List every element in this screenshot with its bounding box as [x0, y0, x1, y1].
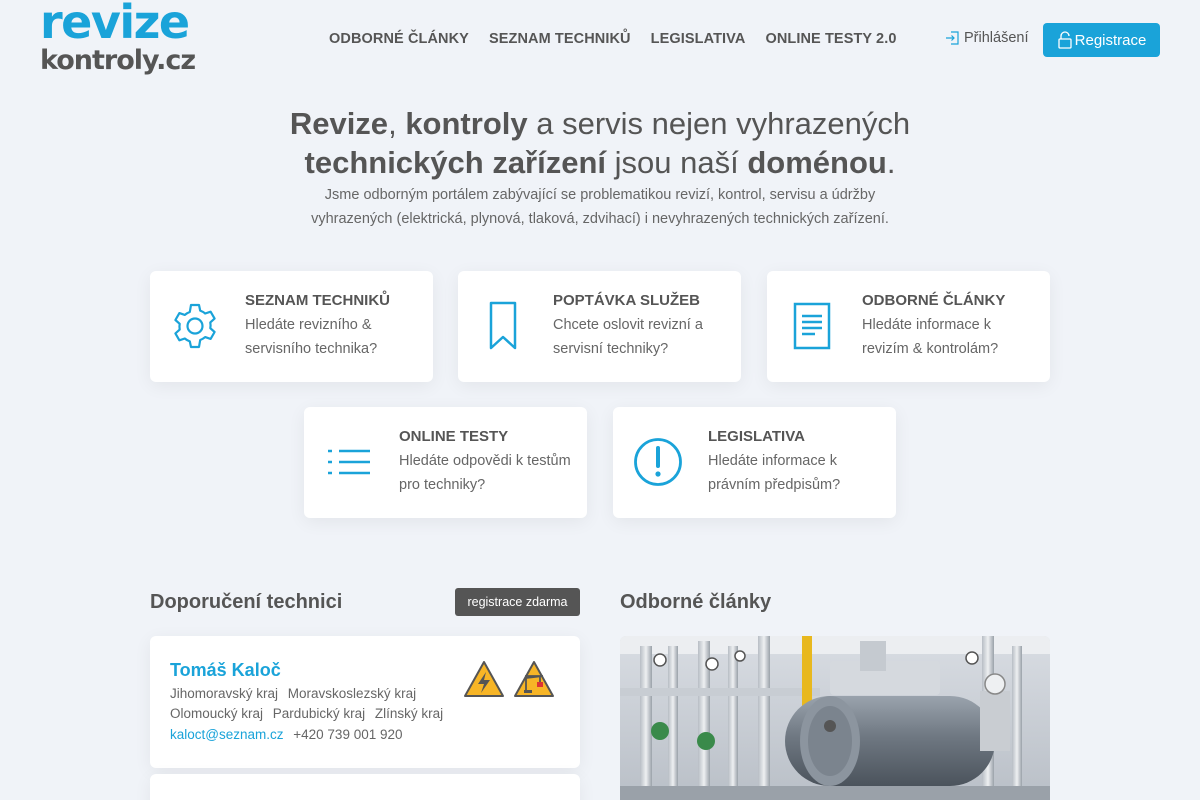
- card-poptavka-sluzeb[interactable]: POPTÁVKA SLUŽEB Chcete oslovit revizní a…: [458, 271, 741, 382]
- hero-bold-kontroly: kontroly: [405, 106, 528, 141]
- card-desc: Hledáte revizního & servisního technika?: [245, 317, 378, 357]
- technician-phone: +420 739 001 920: [293, 727, 403, 742]
- articles-title: Odborné články: [620, 591, 772, 613]
- login-icon: [946, 31, 959, 45]
- lock-icon: [1057, 31, 1072, 49]
- exclamation-icon: [634, 438, 682, 486]
- card-title: LEGISLATIVA: [708, 428, 805, 445]
- bookmark-icon: [489, 301, 517, 350]
- card-desc: Chcete oslovit revizní a servisní techni…: [553, 317, 703, 357]
- card-title: ODBORNÉ ČLÁNKY: [862, 292, 1006, 309]
- login-label: Přihlášení: [964, 30, 1029, 46]
- card-online-testy[interactable]: ONLINE TESTY Hledáte odpovědi k testům p…: [304, 407, 587, 518]
- hero-subtitle-line2: vyhrazených (elektrická, plynová, tlakov…: [311, 211, 889, 227]
- region-tag: Jihomoravský kraj: [170, 686, 279, 701]
- hero-bold-domenou: doménou: [747, 145, 887, 180]
- gear-icon: [174, 303, 216, 349]
- card-desc: Hledáte informace k revizím & kontrolám?: [862, 317, 999, 357]
- logo-line2: kontroly.cz: [40, 45, 196, 76]
- card-legislativa[interactable]: LEGISLATIVA Hledáte informace k právním …: [613, 407, 896, 518]
- hero-bold-revize: Revize: [289, 106, 389, 141]
- card-title: POPTÁVKA SLUŽEB: [553, 292, 700, 309]
- region-tag: Moravskoslezský kraj: [287, 686, 417, 701]
- technician-email[interactable]: kaloct@seznam.cz: [170, 727, 284, 742]
- boiler-room-image: [620, 636, 1050, 800]
- technician-name[interactable]: Tomáš Kaloč: [170, 660, 281, 681]
- technician-regions: Jihomoravský kraj Moravskoslezský kraj O…: [170, 684, 460, 724]
- region-tag: Olomoucký kraj: [170, 706, 264, 721]
- technician-card[interactable]: [150, 774, 580, 800]
- nav-odborne-clanky[interactable]: ODBORNÉ ČLÁNKY: [329, 31, 469, 47]
- hero-subtitle: Jsme odborným portálem zabývající se pro…: [250, 183, 950, 231]
- electrical-warning-icon: [464, 661, 504, 697]
- document-icon: [793, 302, 831, 350]
- hero-title: Revize, kontroly a servis nejen vyhrazen…: [0, 104, 1200, 182]
- hero-bold-zarizeni: technických zařízení: [304, 145, 607, 180]
- region-tag: Zlínský kraj: [374, 706, 444, 721]
- nav-legislativa[interactable]: LEGISLATIVA: [651, 31, 746, 47]
- login-link[interactable]: Přihlášení: [945, 30, 1028, 46]
- nav-online-testy[interactable]: ONLINE TESTY 2.0: [765, 31, 896, 47]
- technicians-title: Doporučení technici: [150, 591, 343, 613]
- card-desc: Hledáte odpovědi k testům pro techniky?: [399, 453, 571, 493]
- card-title: SEZNAM TECHNIKŮ: [245, 292, 390, 309]
- register-button[interactable]: Registrace: [1043, 23, 1160, 57]
- logo[interactable]: revize kontroly.cz: [40, 0, 200, 80]
- hero-text-2: jsou naší: [614, 145, 739, 180]
- technician-card[interactable]: Tomáš Kaloč Jihomoravský kraj Moravskosl…: [150, 636, 580, 768]
- logo-line1: revize: [40, 0, 190, 49]
- article-image[interactable]: [620, 636, 1050, 800]
- register-label: Registrace: [1074, 31, 1147, 49]
- card-desc: Hledáte informace k právním předpisům?: [708, 453, 841, 493]
- card-title: ONLINE TESTY: [399, 428, 509, 445]
- list-icon: [328, 449, 370, 475]
- nav-seznam-techniku[interactable]: SEZNAM TECHNIKŮ: [489, 31, 631, 47]
- hero-text-1: a servis nejen vyhrazených: [536, 106, 911, 141]
- hero-subtitle-line1: Jsme odborným portálem zabývající se pro…: [324, 187, 876, 203]
- hero-comma: ,: [388, 106, 397, 141]
- main-nav: ODBORNÉ ČLÁNKY SEZNAM TECHNIKŮ LEGISLATI…: [329, 31, 897, 47]
- free-registration-badge[interactable]: registrace zdarma: [455, 588, 580, 616]
- card-seznam-techniku[interactable]: SEZNAM TECHNIKŮ Hledáte revizního & serv…: [150, 271, 433, 382]
- region-tag: Pardubický kraj: [272, 706, 366, 721]
- card-odborne-clanky[interactable]: ODBORNÉ ČLÁNKY Hledáte informace k reviz…: [767, 271, 1050, 382]
- header: revize kontroly.cz ODBORNÉ ČLÁNKY SEZNAM…: [0, 0, 1200, 80]
- lifting-warning-icon: [514, 661, 554, 697]
- technician-contacts: kaloct@seznam.cz +420 739 001 920: [170, 727, 403, 742]
- hero-period: .: [886, 145, 896, 180]
